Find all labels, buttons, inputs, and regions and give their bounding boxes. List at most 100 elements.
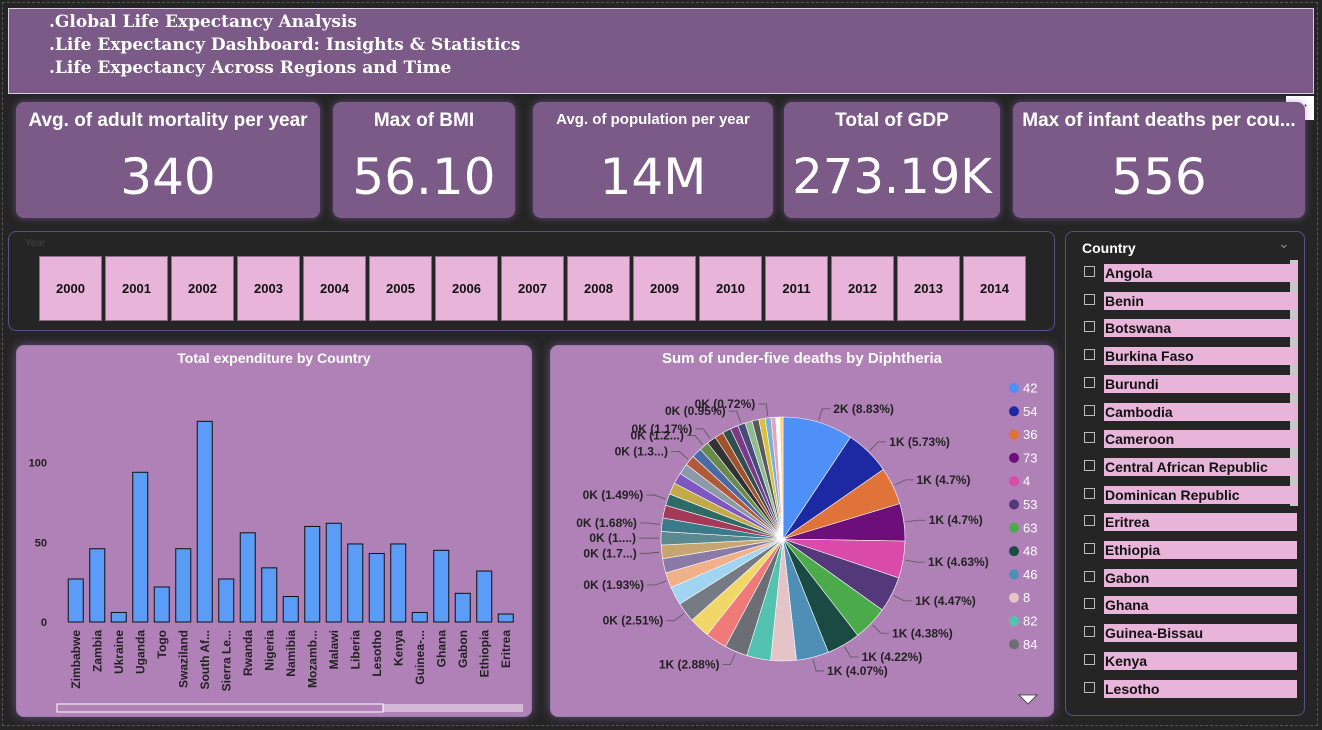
bar[interactable] — [196, 420, 213, 623]
bar[interactable] — [110, 611, 127, 623]
year-button-2006[interactable]: 2006 — [435, 256, 498, 321]
legend-scroll-down-icon[interactable] — [1018, 694, 1038, 705]
country-item[interactable]: Cambodia — [1082, 402, 1297, 421]
expenditure-bar-chart-panel[interactable]: Total expenditure by Country 0 50 100 Zimba… — [16, 345, 532, 717]
country-item[interactable]: Ethiopia — [1082, 541, 1297, 559]
legend-label[interactable]: 73 — [1023, 450, 1037, 465]
year-button-2008[interactable]: 2008 — [567, 256, 630, 321]
country-item[interactable]: Guinea-Bissau — [1082, 624, 1297, 643]
year-button-2013[interactable]: 2013 — [897, 256, 960, 321]
checkbox[interactable] — [1084, 293, 1095, 305]
year-button-2000[interactable]: 2000 — [39, 256, 102, 321]
country-item[interactable]: Dominican Republic — [1082, 485, 1297, 504]
country-item[interactable]: Burkina Faso — [1082, 347, 1297, 366]
checkbox[interactable] — [1084, 543, 1095, 554]
kpi-card-bmi[interactable]: Max of BMI 56.10 — [333, 102, 515, 218]
year-button-2005[interactable]: 2005 — [369, 256, 432, 321]
checkbox[interactable] — [1084, 376, 1095, 388]
checkbox[interactable] — [1084, 598, 1095, 610]
diphtheria-pie-chart-panel[interactable]: Sum of under-five deaths by Diphtheria 2… — [550, 345, 1054, 717]
legend-label[interactable]: 36 — [1023, 427, 1037, 442]
country-item[interactable]: Ghana — [1082, 596, 1297, 615]
year-button-2011[interactable]: 2011 — [765, 256, 828, 321]
bar[interactable] — [218, 578, 235, 623]
kpi-card-infant-deaths[interactable]: Max of infant deaths per cou... 556 — [1013, 102, 1305, 218]
year-button-2007[interactable]: 2007 — [501, 256, 564, 321]
x-tick-label: Liberia — [348, 630, 362, 670]
y-tick-label: 100 — [29, 458, 47, 470]
bar[interactable] — [175, 548, 192, 623]
bar[interactable] — [411, 611, 428, 623]
checkbox[interactable] — [1084, 349, 1095, 361]
bar[interactable] — [239, 532, 256, 623]
bar[interactable] — [304, 525, 321, 623]
legend-label[interactable]: 48 — [1023, 544, 1037, 559]
country-item[interactable]: Gabon — [1082, 568, 1297, 587]
bar[interactable] — [390, 543, 407, 623]
year-button-2014[interactable]: 2014 — [963, 256, 1026, 321]
country-label: Angola — [1104, 264, 1297, 282]
year-button-2004[interactable]: 2004 — [303, 256, 366, 321]
legend-label[interactable]: 4 — [1023, 474, 1030, 489]
bar[interactable] — [368, 553, 385, 623]
x-tick-label: Malawi — [327, 630, 341, 669]
bar[interactable] — [132, 471, 149, 623]
checkbox[interactable] — [1084, 626, 1095, 638]
legend-label[interactable]: 53 — [1023, 497, 1037, 512]
checkbox[interactable] — [1084, 653, 1095, 665]
bar[interactable] — [454, 592, 471, 623]
checkbox[interactable] — [1084, 570, 1095, 582]
bar[interactable] — [497, 613, 514, 623]
bar[interactable] — [282, 596, 299, 623]
year-button-2010[interactable]: 2010 — [699, 256, 762, 321]
kpi-card-adult-mortality[interactable]: Avg. of adult mortality per year 340 — [16, 102, 320, 218]
legend-label[interactable]: 8 — [1023, 590, 1030, 605]
x-tick-label: Uganda — [133, 630, 147, 674]
horizontal-scrollbar-thumb[interactable] — [56, 703, 384, 713]
country-item[interactable]: Lesotho — [1082, 679, 1297, 698]
checkbox[interactable] — [1084, 266, 1095, 277]
country-item[interactable]: Botswana — [1082, 319, 1297, 338]
checkbox[interactable] — [1084, 459, 1095, 471]
bar[interactable] — [261, 567, 278, 623]
legend-label[interactable]: 54 — [1023, 404, 1037, 419]
year-button-2009[interactable]: 2009 — [633, 256, 696, 321]
country-item[interactable]: Benin — [1082, 291, 1297, 310]
country-label: Ethiopia — [1104, 541, 1297, 559]
year-button-2012[interactable]: 2012 — [831, 256, 894, 321]
bar[interactable] — [476, 570, 493, 623]
country-label: Dominican Republic — [1104, 485, 1297, 504]
chevron-down-icon[interactable]: ⌄ — [1278, 236, 1290, 252]
bar[interactable] — [347, 543, 364, 623]
country-item[interactable]: Eritrea — [1082, 513, 1297, 532]
country-item[interactable]: Angola — [1082, 264, 1297, 282]
bar[interactable] — [433, 549, 450, 623]
legend-label[interactable]: 82 — [1023, 614, 1037, 629]
year-button-2001[interactable]: 2001 — [105, 256, 168, 321]
bar[interactable] — [325, 522, 342, 623]
checkbox[interactable] — [1084, 404, 1095, 416]
country-item[interactable]: Kenya — [1082, 651, 1297, 670]
legend-label[interactable]: 84 — [1023, 637, 1037, 652]
checkbox[interactable] — [1084, 515, 1095, 527]
kpi-card-gdp[interactable]: Total of GDP 273.19K — [784, 102, 1000, 218]
legend-label[interactable]: 63 — [1023, 520, 1037, 535]
legend-label[interactable]: 42 — [1023, 381, 1037, 396]
country-label: Ghana — [1104, 596, 1297, 615]
checkbox[interactable] — [1084, 321, 1095, 333]
checkbox[interactable] — [1084, 432, 1095, 444]
bar[interactable] — [89, 548, 106, 623]
bar[interactable] — [67, 578, 84, 623]
country-label: Burundi — [1104, 374, 1297, 393]
country-item[interactable]: Cameroon — [1082, 430, 1297, 449]
checkbox[interactable] — [1084, 681, 1095, 693]
year-button-2003[interactable]: 2003 — [237, 256, 300, 321]
legend-label[interactable]: 46 — [1023, 567, 1037, 582]
checkbox[interactable] — [1084, 487, 1095, 499]
year-button-2002[interactable]: 2002 — [171, 256, 234, 321]
country-item[interactable]: Central African Republic — [1082, 457, 1297, 476]
kpi-card-population[interactable]: Avg. of population per year 14M — [533, 102, 773, 218]
bar[interactable] — [153, 586, 170, 623]
kpi-value: 556 — [1111, 148, 1207, 206]
country-item[interactable]: Burundi — [1082, 374, 1297, 393]
